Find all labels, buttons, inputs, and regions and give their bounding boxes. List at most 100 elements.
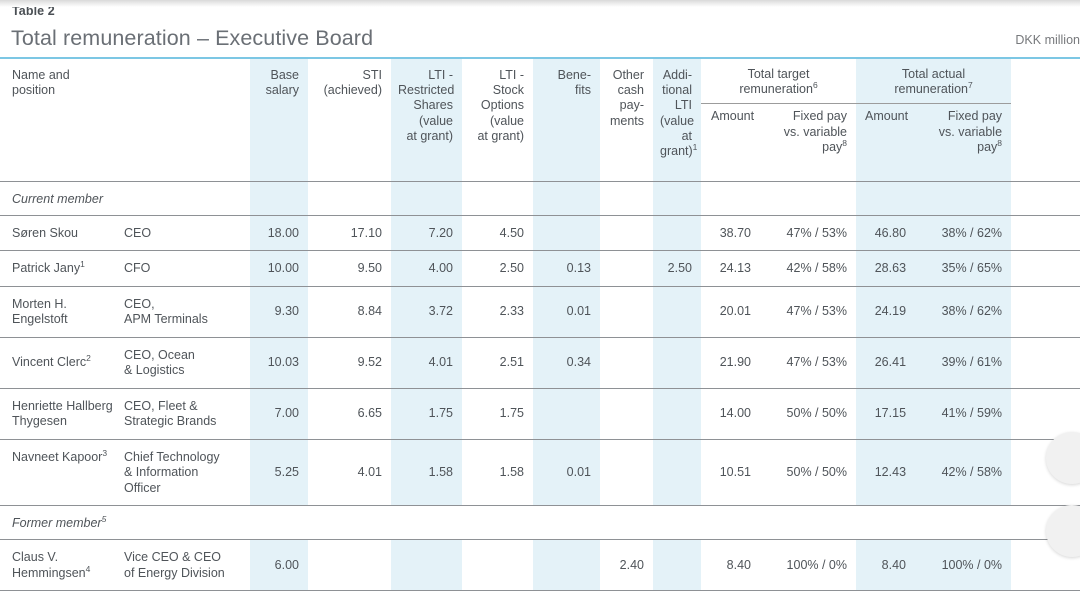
row-other-cash [600,251,653,287]
row-target-mix: 50% / 50% [760,388,856,439]
row-other-cash [600,388,653,439]
row-benefits [533,540,600,591]
col-header-lti-so-line3: Options [481,98,524,112]
row-sti: 6.65 [308,388,391,439]
row-position-line2: APM Terminals [124,312,208,326]
remuneration-table-wrapper: Name and position Base salary STI (achie… [0,57,1080,591]
hdr-pad-10 [701,159,760,181]
col-header-lti-so-line2: Stock [493,83,524,97]
col-header-sti-line1: STI [363,68,382,82]
row-benefits: 0.13 [533,251,600,287]
row-actual-amount: 12.43 [856,439,915,506]
row-name: Patrick Jany1 [0,251,124,287]
col-header-addl-lti-footnote: 1 [693,142,698,152]
row-actual-mix: 35% / 65% [915,251,1011,287]
row-benefits: 0.34 [533,337,600,388]
col-header-benefits: Bene- fits [533,58,600,159]
row-benefits: 0.01 [533,286,600,337]
row-target-amount: 24.13 [701,251,760,287]
hdr-pad-11 [760,159,856,181]
row-position: CEO, Ocean& Logistics [124,337,250,388]
row-benefits [533,388,600,439]
header-group-row: Name and position Base salary STI (achie… [0,58,1080,104]
col-header-lti-rs-line5: at grant) [406,129,453,143]
section2-pad-11 [760,506,856,540]
row-name-text: Navneet Kapoor [12,450,102,464]
hdr-pad-5 [391,159,462,181]
row-lti-options: 1.75 [462,388,533,439]
section2-pad-10 [701,506,760,540]
row-lti-options: 2.51 [462,337,533,388]
col-header-benefits-line1: Bene- [558,68,591,82]
section2-pad-8 [600,506,653,540]
row-additional-lti [653,286,701,337]
section-pad-9 [653,181,701,215]
row-lti-restricted: 1.58 [391,439,462,506]
row-actual-amount: 24.19 [856,286,915,337]
row-name: Navneet Kapoor3 [0,439,124,506]
page-title: Total remuneration – Executive Board [11,26,373,51]
row-additional-lti [653,388,701,439]
hdr-pad-12 [856,159,915,181]
row-benefits: 0.01 [533,439,600,506]
row-position-line1: CEO, [124,297,155,311]
section-label-former-text: Former member [12,516,102,530]
section2-pad-13 [915,506,1011,540]
row-additional-lti [653,215,701,251]
col-header-lti-rs-line2: Restricted [398,83,454,97]
row-name: Morten H.Engelstoft [0,286,124,337]
group-total-actual-line1: Total actual [902,67,965,81]
group-total-target-line2: remuneration [739,82,813,96]
table-row: Henriette HallbergThygesen CEO, Fleet &S… [0,388,1080,439]
col-header-target-amount: Amount [701,104,760,159]
col-header-other-cash-line1: Other [613,68,644,82]
section2-pad-12 [856,506,915,540]
row-name-footnote: 1 [80,259,85,269]
section-pad-8 [600,181,653,215]
header-bottom-rule-row [0,159,1080,181]
table-row: Søren Skou CEO 18.00 17.10 7.20 4.50 38.… [0,215,1080,251]
row-additional-lti [653,439,701,506]
col-header-base-salary-line2: salary [266,83,299,97]
row-pad [1011,337,1080,388]
row-target-amount: 10.51 [701,439,760,506]
row-base-salary: 6.00 [250,540,308,591]
row-name: Claus V.Hemmingsen4 [0,540,124,591]
row-name: Søren Skou [0,215,124,251]
row-actual-amount: 46.80 [856,215,915,251]
section-header-former-member: Former member5 [0,506,1080,540]
row-name-line1: Henriette Hallberg [12,399,113,413]
row-position: CEO [124,215,250,251]
col-header-addl-lti-line3: LTI [675,98,692,112]
row-actual-mix: 41% / 59% [915,388,1011,439]
row-base-salary: 10.00 [250,251,308,287]
col-header-lti-so-line1: LTI - [499,68,524,82]
col-header-lti-rs-line4: (value [419,114,453,128]
row-target-mix: 42% / 58% [760,251,856,287]
row-additional-lti [653,337,701,388]
target-mix-footnote: 8 [842,138,847,148]
row-name-line1: Morten H. [12,297,67,311]
row-lti-restricted: 4.01 [391,337,462,388]
row-name-text: Vincent Clerc [12,355,86,369]
section-pad-4 [308,181,391,215]
col-header-addl-lti-line1: Addi- [663,68,692,82]
row-target-amount: 20.01 [701,286,760,337]
section2-pad-5 [391,506,462,540]
table-row: Navneet Kapoor3 Chief Technology& Inform… [0,439,1080,506]
row-actual-amount: 26.41 [856,337,915,388]
col-header-addl-lti-line5: at [682,129,692,143]
row-position: Vice CEO & CEOof Energy Division [124,540,250,591]
row-sti: 17.10 [308,215,391,251]
hdr-pad-6 [462,159,533,181]
target-mix-line3: pay [822,140,842,154]
row-name-footnote: 2 [86,353,91,363]
col-header-target-fixed-vs-variable: Fixed pay vs. variable pay8 [760,104,856,159]
col-header-lti-so-line5: at grant) [477,129,524,143]
section2-pad-9 [653,506,701,540]
hdr-pad-3 [250,159,308,181]
target-mix-line1: Fixed pay [793,109,847,123]
row-pad [1011,215,1080,251]
col-header-lti-stock-options: LTI - Stock Options (value at grant) [462,58,533,159]
col-header-sti: STI (achieved) [308,58,391,159]
